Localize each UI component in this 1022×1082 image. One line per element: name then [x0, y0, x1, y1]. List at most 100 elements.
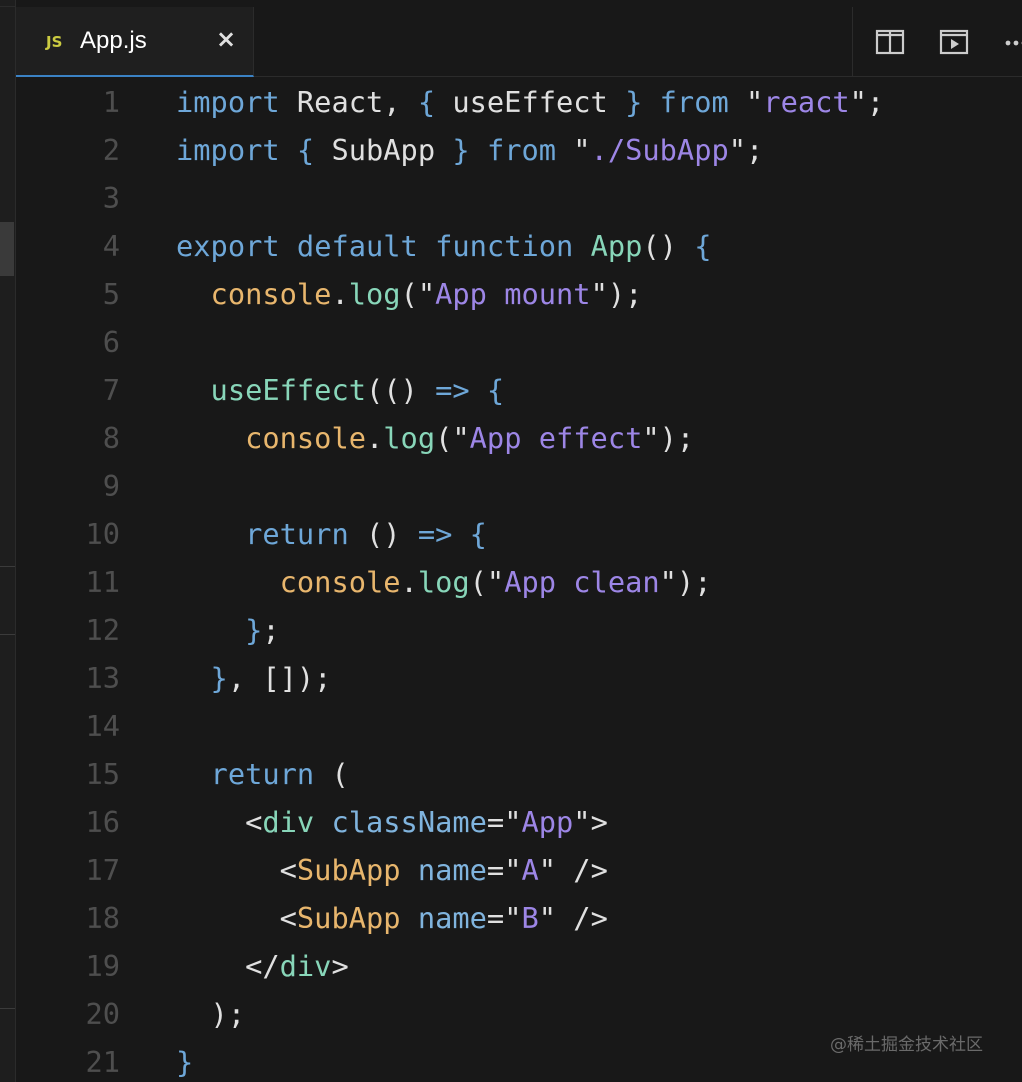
line-number: 21	[85, 1045, 120, 1079]
line-number: 16	[85, 805, 120, 839]
more-actions-icon[interactable]	[1000, 26, 1022, 58]
code-line[interactable]: 17 <SubApp name="A" />	[16, 846, 1022, 894]
code-line[interactable]: 4 export default function App() {	[16, 222, 1022, 270]
code-token: React,	[279, 85, 418, 119]
code-line[interactable]: 2 import { SubApp } from "./SubApp";	[16, 126, 1022, 174]
line-number: 20	[85, 997, 120, 1031]
code-token: }	[625, 85, 643, 119]
code-token: ()	[348, 517, 418, 551]
code-token: SubApp	[296, 853, 401, 887]
code-token: App	[590, 229, 643, 263]
line-number: 9	[102, 469, 120, 503]
code-token: ="	[486, 901, 522, 935]
code-token: {	[417, 85, 436, 119]
line-text: export default function App() {	[176, 222, 712, 270]
code-line[interactable]: 6	[16, 318, 1022, 366]
code-token: ="	[486, 853, 522, 887]
code-editor[interactable]: 1 import React, { useEffect } from "react…	[16, 78, 1022, 1082]
line-text: }	[176, 1038, 193, 1082]
open-preview-icon[interactable]	[938, 26, 970, 58]
line-number: 5	[102, 277, 120, 311]
code-token: App mount	[435, 277, 591, 311]
code-token: {	[486, 373, 505, 407]
tab-app-js[interactable]: JS App.js ×	[16, 7, 254, 77]
code-line[interactable]: 13 }, []);	[16, 654, 1022, 702]
code-token: =>	[417, 517, 453, 551]
code-token: ("	[435, 421, 470, 455]
code-line[interactable]: 1 import React, { useEffect } from "react…	[16, 78, 1022, 126]
tab-label: App.js	[80, 27, 147, 54]
code-line[interactable]: 18 <SubApp name="B" />	[16, 894, 1022, 942]
code-token: className	[331, 805, 487, 839]
code-token: }	[452, 133, 470, 167]
sidebar-scroll-marker	[0, 222, 14, 276]
code-token: return	[245, 517, 349, 551]
code-token: function	[435, 229, 574, 263]
split-editor-icon[interactable]	[874, 26, 906, 58]
code-token: console	[279, 565, 401, 599]
code-line[interactable]: 15 return (	[16, 750, 1022, 798]
code-token: =>	[435, 373, 470, 407]
javascript-file-icon: JS	[46, 33, 63, 51]
line-text: <div className="App">	[176, 798, 608, 846]
code-token: div	[279, 949, 332, 983]
line-text: console.log("App effect");	[176, 414, 694, 462]
line-number: 1	[102, 85, 120, 119]
code-token: }	[176, 1045, 194, 1079]
code-line[interactable]: 12 };	[16, 606, 1022, 654]
code-line[interactable]: 5 console.log("App mount");	[16, 270, 1022, 318]
code-token: ";	[849, 85, 885, 119]
line-number: 3	[102, 181, 120, 215]
code-token: " />	[538, 853, 608, 887]
code-line[interactable]: 8 console.log("App effect");	[16, 414, 1022, 462]
code-token: .	[400, 565, 418, 599]
code-line[interactable]: 16 <div className="App">	[16, 798, 1022, 846]
line-number: 17	[85, 853, 120, 887]
code-line[interactable]: 14	[16, 702, 1022, 750]
code-token: ">	[573, 805, 608, 839]
code-token: ;	[262, 613, 280, 647]
line-number: 18	[85, 901, 120, 935]
line-text: import { SubApp } from "./SubApp";	[176, 126, 763, 174]
code-token: console	[245, 421, 366, 455]
code-line[interactable]: 10 return () => {	[16, 510, 1022, 558]
sidebar-divider	[0, 634, 16, 635]
code-token: {	[469, 517, 487, 551]
code-token: useEffect	[435, 85, 626, 119]
close-icon[interactable]: ×	[216, 25, 236, 53]
code-token: return	[210, 757, 315, 791]
line-text: );	[176, 990, 246, 1038]
code-token: ()	[642, 229, 695, 263]
code-token: .	[366, 421, 384, 455]
code-token: name	[417, 901, 487, 935]
code-token: name	[417, 853, 487, 887]
code-line[interactable]: 7 useEffect(() => {	[16, 366, 1022, 414]
code-token: {	[296, 133, 315, 167]
code-token: ./SubApp	[590, 133, 729, 167]
line-text: console.log("App mount");	[176, 270, 643, 318]
code-token: SubApp	[296, 901, 401, 935]
code-line[interactable]: 11 console.log("App clean");	[16, 558, 1022, 606]
code-line[interactable]: 3	[16, 174, 1022, 222]
line-number: 2	[102, 133, 120, 167]
code-line[interactable]: 19 </div>	[16, 942, 1022, 990]
code-token: );	[176, 997, 246, 1031]
code-token: from	[659, 85, 729, 119]
code-token: <	[176, 805, 263, 839]
line-number: 19	[85, 949, 120, 983]
line-number: 14	[85, 709, 120, 743]
sidebar-divider	[0, 566, 16, 567]
code-token: <	[176, 901, 297, 935]
line-text: return (	[176, 750, 349, 798]
code-line[interactable]: 9	[16, 462, 1022, 510]
